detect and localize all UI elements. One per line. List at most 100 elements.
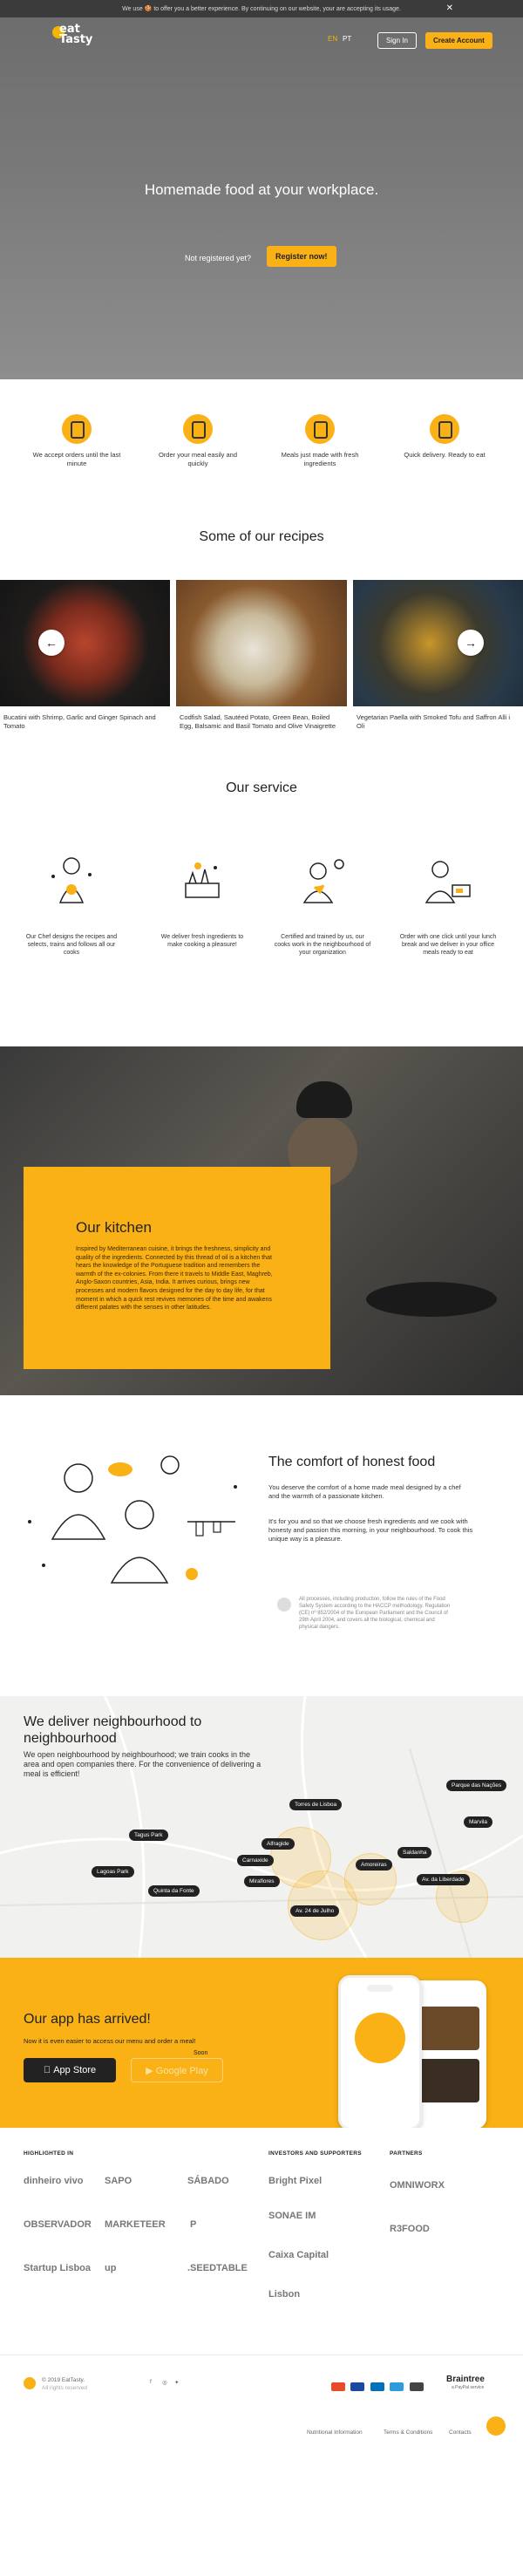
footer: © 2019 EatTasty. All rights reserved f ◎… xyxy=(0,2355,523,2450)
service-item: Certified and trained by us, our cooks w… xyxy=(274,850,371,957)
visa-icon xyxy=(350,2382,365,2391)
map-pin[interactable]: Amoreiras xyxy=(356,1859,392,1871)
logo-startup-lisboa[interactable]: Startup Lisboa xyxy=(24,2263,91,2273)
feature-item: We accept orders until the last minute xyxy=(29,414,125,468)
map-pin[interactable]: Parque das Nações xyxy=(446,1780,507,1791)
tap-icon xyxy=(183,414,213,444)
logo-omniworx[interactable]: OMNIWORX xyxy=(390,2180,445,2191)
map-pin[interactable]: Quinta da Fonte xyxy=(148,1885,200,1897)
investors-title: INVESTORS AND SUPPORTERS xyxy=(268,2150,362,2157)
map-pin[interactable]: Alfragide xyxy=(262,1838,295,1850)
map-pin[interactable]: Tagus Park xyxy=(129,1830,168,1841)
signin-button[interactable]: Sign In xyxy=(377,32,417,49)
map-pin[interactable]: Lagoas Park xyxy=(92,1866,134,1877)
logo-dinheiro-vivo[interactable]: dinheiro vivo xyxy=(24,2176,83,2186)
comfort-text-1: You deserve the comfort of a home made m… xyxy=(268,1483,461,1500)
logo-bright-pixel[interactable]: Bright Pixel xyxy=(268,2176,322,2186)
service-item: Order with one click until your lunch br… xyxy=(399,850,497,957)
close-icon[interactable]: ✕ xyxy=(446,3,453,13)
map-pin[interactable]: Torres de Lisboa xyxy=(289,1799,343,1810)
service-text: Our Chef designs the recipes and selects… xyxy=(25,934,118,956)
feature-item: Quick delivery. Ready to eat xyxy=(397,414,492,460)
mbway-icon xyxy=(409,2382,424,2391)
groceries-illustration-icon xyxy=(185,862,220,898)
lang-pt[interactable]: PT xyxy=(343,35,351,43)
app-store-label: App Store xyxy=(48,2065,96,2075)
apple-icon:  xyxy=(44,2065,51,2075)
create-account-button[interactable]: Create Account xyxy=(425,32,492,49)
leaf-icon xyxy=(305,414,335,444)
kitchen-title: Our kitchen xyxy=(76,1219,152,1236)
map-pin[interactable]: Av. 24 de Julho xyxy=(290,1905,340,1917)
facebook-icon[interactable]: f xyxy=(150,2379,152,2385)
feature-text: Quick delivery. Ready to eat xyxy=(404,451,486,459)
app-promo: Our app has arrived! Now it is even easi… xyxy=(0,1958,523,2128)
footer-link[interactable]: Contacts xyxy=(449,2429,472,2436)
clock-icon xyxy=(62,414,92,444)
kitchen-text: Inspired by Mediterranean cuisine, it br… xyxy=(76,1246,273,1312)
map-pin[interactable]: Miraflores xyxy=(244,1876,280,1887)
kitchen-card: Our kitchen Inspired by Mediterranean cu… xyxy=(24,1167,330,1369)
kitchen-illustration-icon xyxy=(28,1455,237,1584)
pan-photo xyxy=(366,1282,497,1317)
footer-link[interactable]: Terms & Conditions xyxy=(384,2429,432,2436)
phone-illustration xyxy=(355,2013,405,2063)
hero: eat Tasty EN PT Sign In Create Account Ho… xyxy=(0,17,523,379)
footer-link[interactable]: Nutritional Information xyxy=(307,2429,363,2436)
braintree-logo: Braintree xyxy=(446,2375,485,2384)
service-title: Our service xyxy=(226,780,297,795)
logo-publico[interactable]: P xyxy=(190,2219,196,2230)
recipe-caption: Vegetarian Paella with Smoked Tofu and S… xyxy=(357,713,511,730)
google-play-label: Google Play xyxy=(155,2066,208,2076)
kitchen: Our kitchen Inspired by Mediterranean cu… xyxy=(0,1046,523,1395)
certified-badge-icon xyxy=(277,1598,291,1612)
features: We accept orders until the last minute O… xyxy=(0,379,523,523)
chef-illustration-icon xyxy=(51,857,92,903)
logo-observador[interactable]: OBSERVADOR xyxy=(24,2219,92,2230)
logo-r3food[interactable]: R3FOOD xyxy=(390,2224,430,2234)
app-text: Now it is even easier to access our menu… xyxy=(24,2037,196,2045)
logo-sonae-im[interactable]: SONAE IM xyxy=(268,2211,316,2221)
service-item: Our Chef designs the recipes and selects… xyxy=(23,850,120,957)
map-text: We open neighbourhood by neighbourhood; … xyxy=(24,1750,262,1778)
logo-sapo[interactable]: SAPO xyxy=(105,2176,132,2186)
app-store-button[interactable]:  App Store xyxy=(24,2058,116,2082)
rights: All rights reserved xyxy=(42,2385,88,2391)
copyright: © 2019 EatTasty. xyxy=(42,2377,85,2383)
office-worker-illustration-icon xyxy=(425,861,471,903)
recipe-image[interactable] xyxy=(353,580,523,706)
app-title: Our app has arrived! xyxy=(24,2012,151,2027)
chat-icon[interactable] xyxy=(486,2416,506,2436)
mastercard-icon xyxy=(331,2382,345,2391)
arrow-right-icon[interactable]: → xyxy=(458,630,484,656)
play-icon: ▶ xyxy=(146,2066,153,2076)
map-pin[interactable]: Carnaxide xyxy=(237,1855,274,1866)
recipe-image[interactable] xyxy=(176,580,347,706)
logo-marketeer[interactable]: MARKETEER xyxy=(105,2219,166,2230)
logo[interactable]: eat Tasty xyxy=(52,24,92,59)
logo-up[interactable]: up xyxy=(105,2263,116,2273)
map-pin[interactable]: Marvila xyxy=(464,1816,492,1828)
service-text: Certified and trained by us, our cooks w… xyxy=(274,934,371,956)
arrow-left-icon[interactable]: ← xyxy=(38,630,65,656)
lang-en[interactable]: EN xyxy=(328,35,337,43)
twitter-icon[interactable]: ✦ xyxy=(174,2379,179,2386)
logo-sabado[interactable]: SÁBADO xyxy=(187,2176,229,2186)
logo-lisbon[interactable]: Lisbon xyxy=(268,2289,300,2300)
map-pin[interactable]: Saldanha xyxy=(397,1847,432,1858)
comfort-title: The comfort of honest food xyxy=(268,1455,436,1469)
cook-illustration-icon xyxy=(302,859,344,903)
recipe-image[interactable] xyxy=(0,580,170,706)
recipe-caption: Codfish Salad, Sautéed Potato, Green Bea… xyxy=(180,713,336,730)
recipe-caption: Bucatini with Shrimp, Garlic and Ginger … xyxy=(3,713,156,730)
feature-text: We accept orders until the last minute xyxy=(32,451,121,467)
logo-seedtable[interactable]: .SEEDTABLE xyxy=(187,2263,248,2273)
chef-hat-photo xyxy=(296,1081,352,1118)
logo-caixa-capital[interactable]: Caixa Capital xyxy=(268,2250,329,2260)
register-button[interactable]: Register now! xyxy=(267,246,336,267)
instagram-icon[interactable]: ◎ xyxy=(162,2379,167,2386)
service-text: Order with one click until your lunch br… xyxy=(399,934,497,956)
comfort: The comfort of honest food You deserve t… xyxy=(0,1395,523,1696)
service-item: We deliver fresh ingredients to make coo… xyxy=(153,850,251,949)
map-pin[interactable]: Av. da Liberdade xyxy=(417,1874,470,1885)
